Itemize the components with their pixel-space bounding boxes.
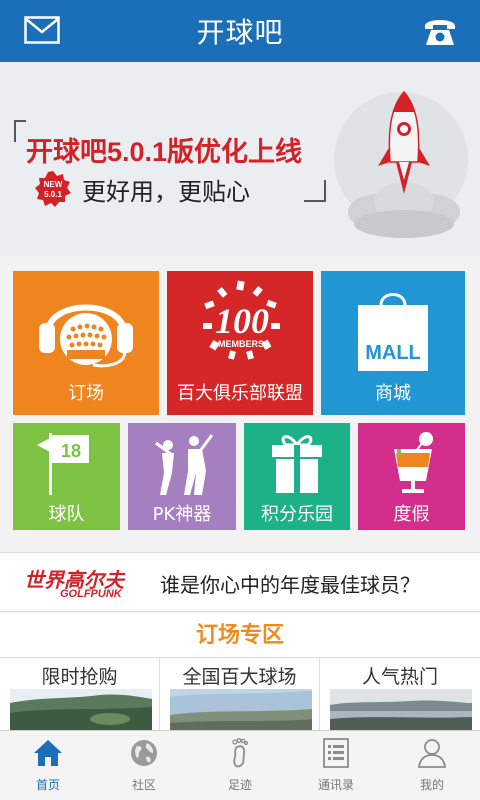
tile-order[interactable]: 订场 [13,271,159,415]
tile-team[interactable]: 18 球队 [13,423,120,530]
banner-bracket-right [304,180,326,202]
flag-18-icon: 18 [37,433,89,495]
banner-bracket-left [14,120,26,142]
tab-community[interactable]: 社区 [96,731,192,800]
tab-contacts[interactable]: 通讯录 [288,731,384,800]
feature-flash-sale-label: 限时抢购 [41,666,118,688]
feature-columns: 限时抢购 全国百大球场 人气热门 [0,658,480,730]
feature-popular[interactable]: 人气热门 [320,658,480,730]
tab-home[interactable]: 首页 [0,731,96,800]
members-100-text: 100 [215,301,269,341]
tab-contacts-label: 通讯录 [317,778,354,792]
tile-holiday-label: 度假 [393,504,430,525]
profile-icon [417,739,447,768]
tile-points[interactable]: 积分乐园 [244,423,350,530]
tab-footprint-label: 足迹 [227,778,252,792]
rocket-icon [348,90,460,238]
flag-18-text: 18 [61,441,81,461]
home-icon [34,740,62,766]
popular-thumbnail [330,689,472,730]
feature-top100-courses[interactable]: 全国百大球场 [160,658,320,730]
promo-question: 谁是你心中的年度最佳球员？ [160,573,420,597]
top100-thumbnail [170,689,312,730]
banner-headline: 开球吧5.0.1版优化上线 [26,137,303,167]
tile-holiday[interactable]: 度假 [358,423,465,530]
feature-flash-sale[interactable]: 限时抢购 [0,658,160,730]
tab-community-label: 社区 [131,778,156,792]
shopping-bag-icon: MALL [358,293,428,371]
golf-headset-icon [39,304,133,368]
app-header: 开球吧 [0,0,480,62]
tile-order-label: 订场 [68,383,104,404]
banner-subline: 更好用，更贴心 [82,178,250,206]
flash-sale-thumbnail [10,689,152,730]
section-title: 订场专区 [195,623,284,648]
section-header: 订场专区 [0,613,480,658]
tab-me-label: 我的 [419,778,444,792]
mail-icon[interactable] [24,16,60,44]
tile-members[interactable]: 100 MEMBERS 百大俱乐部联盟 [167,271,313,415]
tile-mall[interactable]: MALL 商城 [321,271,465,415]
new-badge-icon: NEW 5.0.1 [35,171,71,207]
phone-icon[interactable] [422,14,458,48]
badge-version-text: 5.0.1 [44,190,62,199]
promo-banner[interactable]: 开球吧5.0.1版优化上线 NEW 5.0.1 更好用，更贴心 [0,62,480,256]
app-title: 开球吧 [196,16,284,49]
members-text: MEMBERS [218,339,264,349]
bottom-tab-bar: 首页 社区 足迹 通讯录 我的 [0,730,480,800]
tile-pk[interactable]: PK神器 [128,423,236,530]
tab-me[interactable]: 我的 [384,731,480,800]
footprint-icon [232,738,249,768]
tile-members-label: 百大俱乐部联盟 [177,383,303,404]
tile-pk-label: PK神器 [152,504,212,525]
tab-home-label: 首页 [35,778,60,792]
gift-icon [272,435,322,493]
tile-mall-label: 商城 [375,383,411,404]
badge-new-text: NEW [44,180,63,189]
tile-team-label: 球队 [48,504,85,525]
tab-footprint[interactable]: 足迹 [192,731,288,800]
golfer-icon [155,434,214,495]
feature-top100-label: 全国百大球场 [182,666,297,688]
golfpunk-promo[interactable]: 世界高尔夫 GOLFPUNK 谁是你心中的年度最佳球员？ [0,552,480,612]
tile-points-label: 积分乐园 [261,504,333,525]
golfpunk-logo-en: GOLFPUNK [60,588,122,600]
globe-icon [131,740,157,766]
cocktail-icon [394,432,433,493]
contacts-icon [323,738,349,768]
feature-popular-label: 人气热门 [361,666,438,688]
members-100-icon: 100 MEMBERS [203,280,280,360]
mall-bag-text: MALL [365,342,421,364]
